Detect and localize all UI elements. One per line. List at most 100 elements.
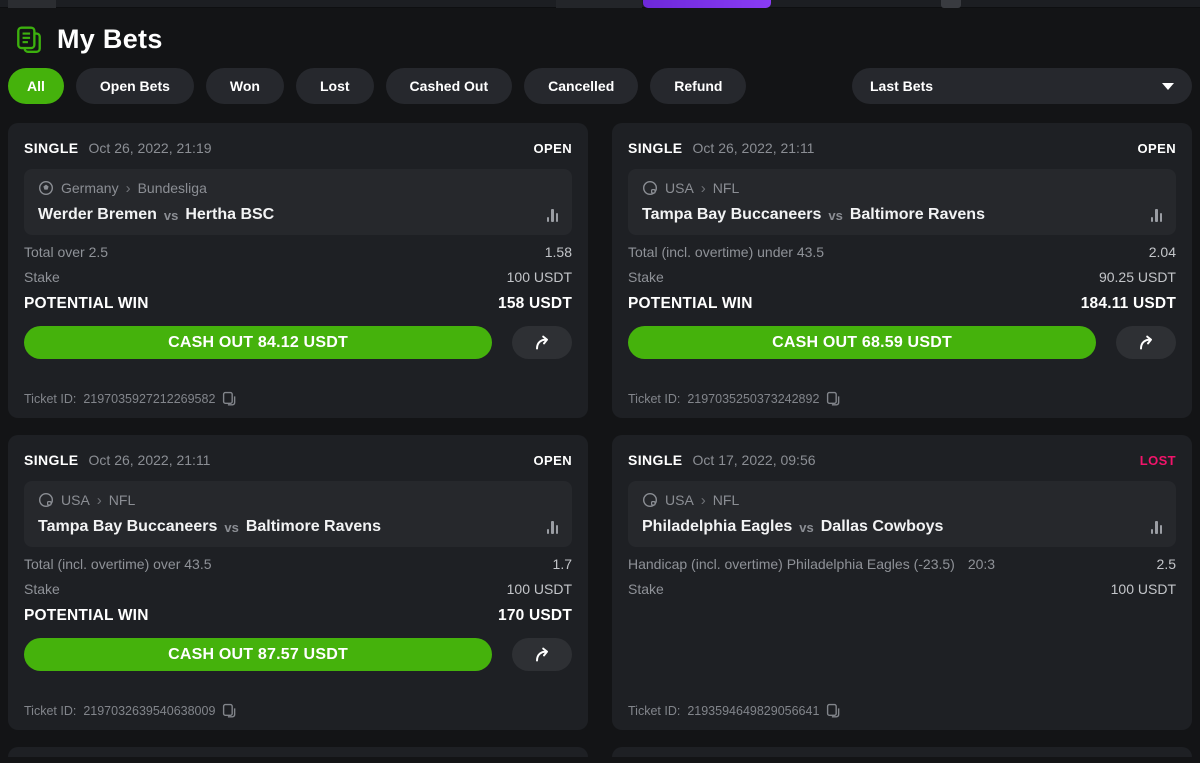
stake-value: 100 USDT [1111, 581, 1176, 597]
bet-date: Oct 17, 2022, 09:56 [693, 452, 816, 468]
event-panel[interactable]: USA › NFL Philadelphia Eagles vs Dallas … [628, 481, 1176, 547]
odds-value: 1.7 [553, 556, 572, 572]
share-arrow-icon [531, 644, 553, 666]
event-panel[interactable]: Germany › Bundesliga Werder Bremen vs He… [24, 169, 572, 235]
breadcrumb-separator: › [701, 493, 706, 508]
league-breadcrumb: Germany › Bundesliga [38, 180, 558, 196]
home-team: Werder Bremen [38, 206, 157, 224]
bar-chart-icon[interactable] [547, 521, 559, 534]
cashout-button[interactable]: CASH OUT 87.57 USDT [24, 638, 492, 671]
filters-row: All Open Bets Won Lost Cashed Out Cancel… [8, 68, 1192, 104]
away-team: Baltimore Ravens [246, 518, 381, 536]
page-header: My Bets [8, 24, 1192, 55]
match-line: Werder Bremen vs Hertha BSC [38, 206, 558, 224]
card-actions: CASH OUT 68.59 USDT [628, 326, 1176, 359]
potential-win-value: 158 USDT [498, 295, 572, 313]
home-team: Philadelphia Eagles [642, 518, 792, 536]
market-row: Total (incl. overtime) under 43.5 2.04 [628, 244, 1176, 260]
bet-card-1: SINGLE Oct 26, 2022, 21:19 OPEN Germany … [8, 123, 588, 418]
ticket-row: Ticket ID: 2197035250373242892 [628, 391, 1176, 406]
bet-date: Oct 26, 2022, 21:19 [89, 140, 212, 156]
sort-value: Last Bets [870, 78, 933, 94]
event-panel[interactable]: USA › NFL Tampa Bay Buccaneers vs Baltim… [24, 481, 572, 547]
card-actions: CASH OUT 87.57 USDT [24, 638, 572, 671]
share-button[interactable] [1116, 326, 1176, 359]
league-breadcrumb: USA › NFL [642, 180, 1162, 196]
filter-cashed-out[interactable]: Cashed Out [386, 68, 513, 104]
potential-win-row: POTENTIAL WIN 158 USDT [24, 295, 572, 313]
stake-value: 90.25 USDT [1099, 269, 1176, 285]
market-row: Total over 2.5 1.58 [24, 244, 572, 260]
away-team: Dallas Cowboys [821, 518, 944, 536]
ticket-id: 2197035250373242892 [687, 392, 819, 406]
ticket-row: Ticket ID: 2193594649829056641 [628, 703, 1176, 718]
copy-icon[interactable] [826, 391, 841, 406]
stake-row: Stake 100 USDT [628, 581, 1176, 597]
market-label: Total (incl. overtime) under 43.5 [628, 244, 824, 260]
bet-card-header: SINGLE Oct 26, 2022, 21:11 OPEN [24, 447, 572, 473]
filter-open-bets[interactable]: Open Bets [76, 68, 194, 104]
event-panel[interactable]: USA › NFL Tampa Bay Buccaneers vs Baltim… [628, 169, 1176, 235]
home-team: Tampa Bay Buccaneers [38, 518, 217, 536]
ticket-row: Ticket ID: 2197032639540638009 [24, 703, 572, 718]
bets-grid: SINGLE Oct 26, 2022, 21:19 OPEN Germany … [8, 123, 1192, 757]
potential-win-row: POTENTIAL WIN 170 USDT [24, 607, 572, 625]
cashout-button[interactable]: CASH OUT 68.59 USDT [628, 326, 1096, 359]
copy-icon[interactable] [826, 703, 841, 718]
page-title: My Bets [57, 24, 163, 55]
share-button[interactable] [512, 326, 572, 359]
match-line: Tampa Bay Buccaneers vs Baltimore Ravens [642, 206, 1162, 224]
vs-label: vs [163, 208, 179, 223]
stake-label: Stake [24, 581, 60, 597]
bet-type: SINGLE [24, 140, 79, 156]
bet-date: Oct 26, 2022, 21:11 [89, 452, 211, 468]
country: Germany [61, 180, 119, 196]
top-nav-strip [0, 0, 1200, 8]
match-line: Tampa Bay Buccaneers vs Baltimore Ravens [38, 518, 558, 536]
breadcrumb-separator: › [97, 493, 102, 508]
bet-card-header: SINGLE Oct 26, 2022, 21:19 OPEN [24, 135, 572, 161]
bet-type: SINGLE [628, 140, 683, 156]
breadcrumb-separator: › [701, 181, 706, 196]
odds-value: 2.5 [1157, 556, 1176, 572]
stake-label: Stake [628, 581, 664, 597]
filter-cancelled[interactable]: Cancelled [524, 68, 638, 104]
american-football-helmet-icon [642, 180, 658, 196]
share-arrow-icon [531, 332, 553, 354]
card-actions: CASH OUT 84.12 USDT [24, 326, 572, 359]
league: NFL [713, 492, 739, 508]
copy-icon[interactable] [222, 703, 237, 718]
ticket-id: 2197032639540638009 [83, 704, 215, 718]
next-bet-card-peek [8, 747, 588, 757]
filter-lost[interactable]: Lost [296, 68, 374, 104]
filter-won[interactable]: Won [206, 68, 284, 104]
potential-win-value: 170 USDT [498, 607, 572, 625]
breadcrumb-separator: › [126, 181, 131, 196]
nav-active-purple-button[interactable] [643, 0, 771, 8]
american-football-helmet-icon [38, 492, 54, 508]
away-team: Baltimore Ravens [850, 206, 985, 224]
cashout-button[interactable]: CASH OUT 84.12 USDT [24, 326, 492, 359]
filter-refund[interactable]: Refund [650, 68, 746, 104]
sort-dropdown[interactable]: Last Bets [852, 68, 1192, 104]
bar-chart-icon[interactable] [547, 209, 559, 222]
ticket-label: Ticket ID: [628, 704, 680, 718]
share-arrow-icon [1135, 332, 1157, 354]
market-row: Handicap (incl. overtime) Philadelphia E… [628, 556, 1176, 572]
home-team: Tampa Bay Buccaneers [642, 206, 821, 224]
bet-status: LOST [1140, 453, 1176, 468]
bet-type: SINGLE [628, 452, 683, 468]
ticket-label: Ticket ID: [24, 392, 76, 406]
league-breadcrumb: USA › NFL [38, 492, 558, 508]
filter-all[interactable]: All [8, 68, 64, 104]
bar-chart-icon[interactable] [1151, 209, 1163, 222]
league-breadcrumb: USA › NFL [642, 492, 1162, 508]
copy-icon[interactable] [222, 391, 237, 406]
share-button[interactable] [512, 638, 572, 671]
match-score: 20:3 [968, 556, 995, 572]
chevron-down-icon [1162, 83, 1174, 90]
stake-value: 100 USDT [507, 581, 572, 597]
market-label: Total (incl. overtime) over 43.5 [24, 556, 212, 572]
potential-win-row: POTENTIAL WIN 184.11 USDT [628, 295, 1176, 313]
bar-chart-icon[interactable] [1151, 521, 1163, 534]
